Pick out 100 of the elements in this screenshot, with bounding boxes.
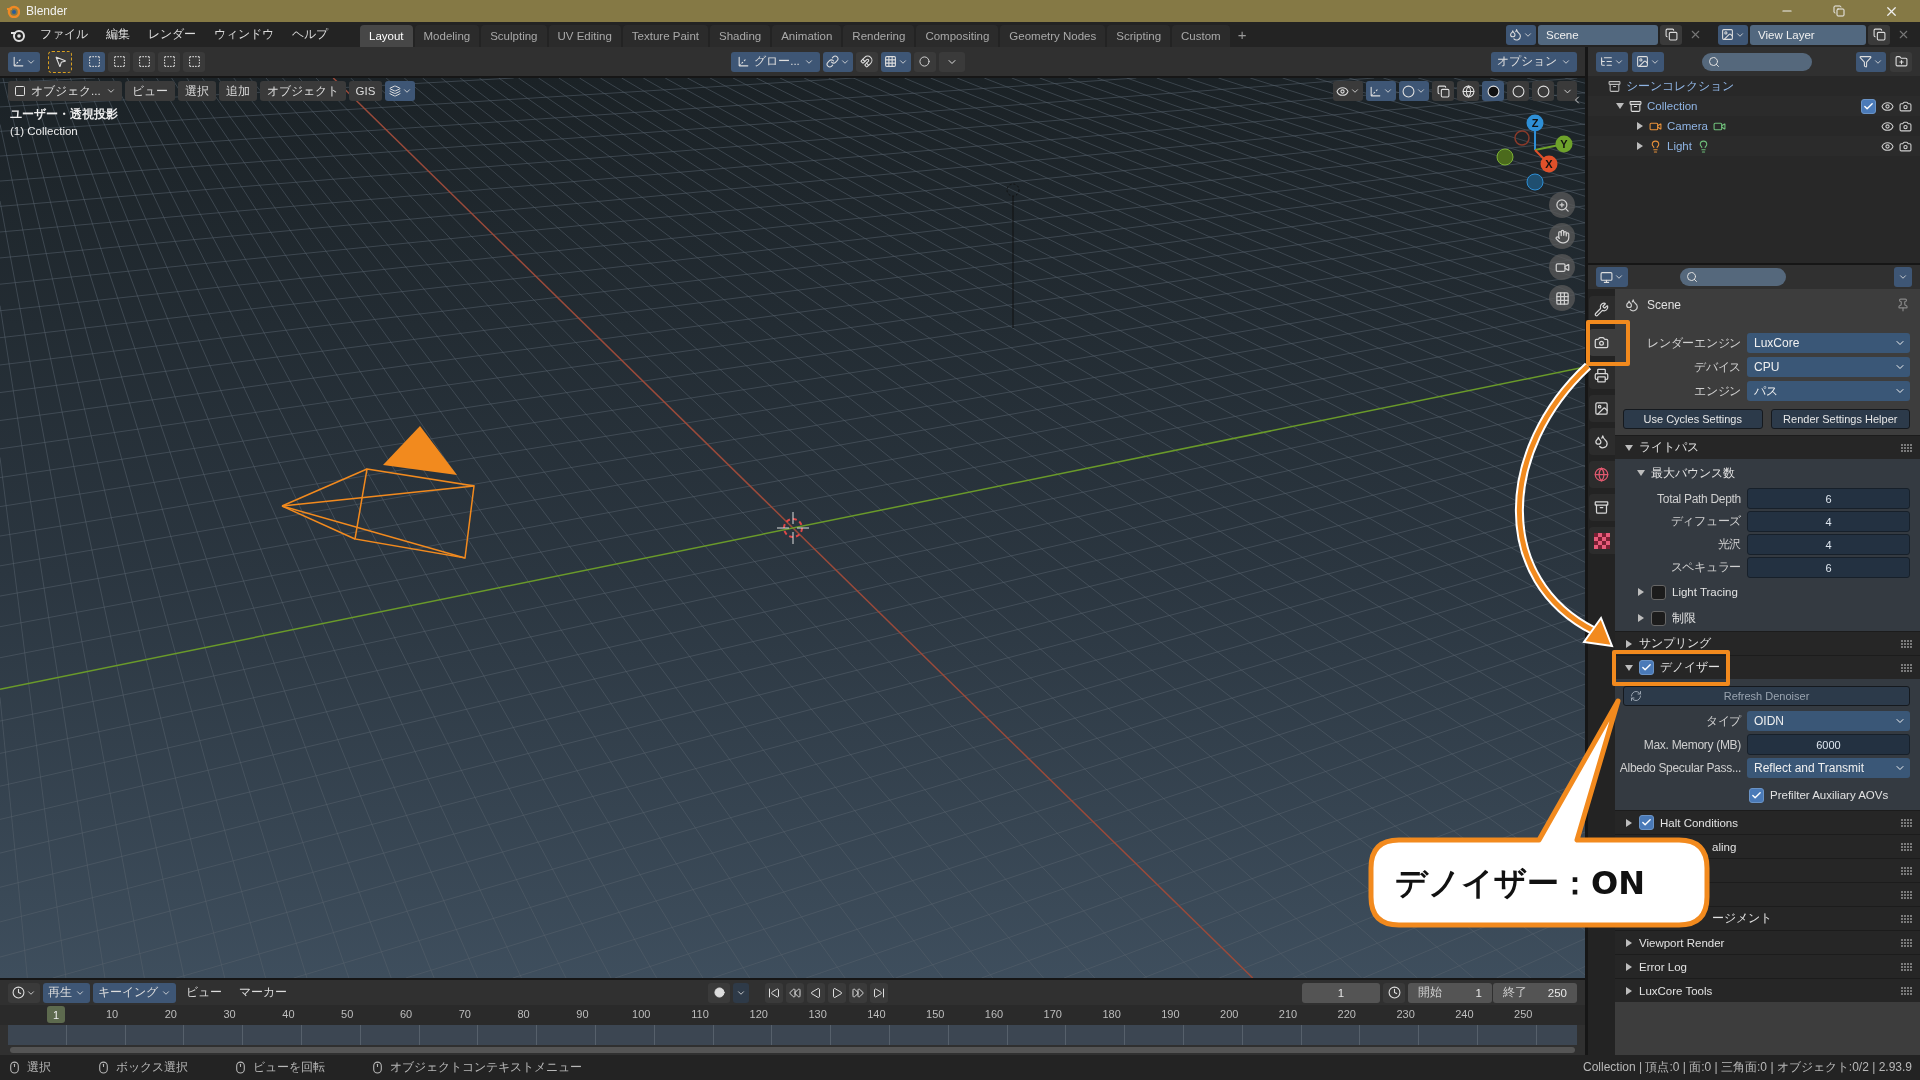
drag-handle-icon[interactable] xyxy=(1901,663,1912,672)
snap-button[interactable] xyxy=(855,51,878,72)
selection-mode-button[interactable] xyxy=(158,51,180,72)
zoom-button[interactable] xyxy=(1549,192,1575,218)
workspace-tab[interactable]: Geometry Nodes xyxy=(1000,25,1106,47)
record-button[interactable] xyxy=(708,982,730,1003)
drag-handle-icon[interactable] xyxy=(1901,443,1912,452)
navigation-gizmo[interactable]: Z Y X xyxy=(1493,106,1581,194)
new-view-layer-button[interactable] xyxy=(1868,24,1890,45)
display-mode-button[interactable] xyxy=(1596,51,1628,72)
workspace-tab[interactable]: Sculpting xyxy=(481,25,547,47)
shading-options-button[interactable] xyxy=(1557,81,1577,101)
view-layer-selector-button[interactable] xyxy=(1718,24,1748,45)
checkbox[interactable] xyxy=(1639,660,1654,675)
rendered-shading-button[interactable] xyxy=(1532,81,1554,101)
workspace-tab[interactable]: UV Editing xyxy=(548,25,621,47)
drag-handle-icon[interactable] xyxy=(1901,639,1912,648)
pivot-button[interactable] xyxy=(822,51,853,72)
properties-tab[interactable] xyxy=(1588,494,1615,521)
expand-triangle-icon[interactable] xyxy=(1625,443,1633,452)
options-dropdown[interactable]: オプション xyxy=(1491,51,1577,72)
number-field[interactable]: 4 xyxy=(1747,534,1910,555)
falloff-button[interactable] xyxy=(938,51,965,72)
menu-item[interactable]: ヘルプ xyxy=(284,24,336,45)
dropdown[interactable]: Reflect and Transmit xyxy=(1747,758,1910,778)
jump-start-button[interactable] xyxy=(765,982,783,1003)
panel-header[interactable]: デノイザー xyxy=(1615,655,1920,679)
expand-triangle-icon[interactable] xyxy=(1636,142,1644,150)
gizmo-button[interactable] xyxy=(1366,81,1396,101)
panel-header[interactable]: サンプリング xyxy=(1615,631,1920,655)
new-scene-button[interactable] xyxy=(1660,24,1682,45)
panel-title[interactable]: aling xyxy=(1712,840,1737,853)
selection-mode-button[interactable] xyxy=(108,51,130,72)
workspace-tab[interactable]: Scripting xyxy=(1107,25,1171,47)
header-menu[interactable]: 追加 xyxy=(218,81,257,101)
header-menu[interactable]: オブジェクト xyxy=(259,81,346,101)
header-menu[interactable]: ビュー xyxy=(179,985,229,1000)
drag-handle-icon[interactable] xyxy=(1901,890,1912,899)
view-layer-field[interactable]: View Layer xyxy=(1750,24,1866,45)
menu-item[interactable]: ウィンドウ xyxy=(206,24,282,45)
workspace-tab[interactable]: Shading xyxy=(710,25,771,47)
keying-dropdown[interactable]: キーイング xyxy=(93,982,176,1003)
expand-triangle-icon[interactable] xyxy=(1637,614,1645,622)
panel-header[interactable]: Halt Conditions xyxy=(1615,810,1920,834)
expand-triangle-icon[interactable] xyxy=(1636,122,1644,130)
header-menu[interactable]: 選択 xyxy=(177,81,216,101)
proportional-edit-button[interactable] xyxy=(913,51,936,72)
xray-button[interactable] xyxy=(1432,81,1454,101)
checkbox[interactable] xyxy=(1861,98,1876,114)
filter-button[interactable] xyxy=(1856,51,1886,72)
scene-field[interactable]: Scene xyxy=(1538,24,1658,45)
start-frame-field[interactable]: 開始 1 xyxy=(1408,982,1492,1003)
workspace-tab[interactable]: Texture Paint xyxy=(622,25,708,47)
properties-tab[interactable] xyxy=(1588,395,1615,422)
checkbox[interactable] xyxy=(1639,815,1654,830)
camera-view-button[interactable] xyxy=(1549,254,1575,280)
selection-mode-button[interactable] xyxy=(133,51,155,72)
scrollbar[interactable] xyxy=(10,1047,1575,1053)
action-button[interactable]: Use Cycles Settings xyxy=(1623,409,1763,429)
panel-header[interactable]: Viewport Render xyxy=(1615,930,1920,954)
workspace-tab[interactable]: Layout xyxy=(360,25,413,47)
drag-handle-icon[interactable] xyxy=(1901,866,1912,875)
drag-handle-icon[interactable] xyxy=(1901,818,1912,827)
drag-handle-icon[interactable] xyxy=(1901,914,1912,923)
current-frame-field[interactable]: 1 xyxy=(1302,982,1380,1003)
dropdown[interactable]: OIDN xyxy=(1747,711,1910,731)
properties-tab[interactable] xyxy=(1588,527,1615,554)
properties-tab[interactable] xyxy=(1588,428,1615,455)
number-field[interactable]: 6000 xyxy=(1747,734,1910,755)
camera-wireframe-drawing[interactable] xyxy=(281,426,475,559)
editor-type-button[interactable] xyxy=(8,51,40,72)
dropdown[interactable]: パス xyxy=(1747,381,1910,401)
search-field[interactable] xyxy=(1702,52,1812,71)
checkbox[interactable] xyxy=(1749,787,1764,803)
orientation-dropdown[interactable]: グロー... xyxy=(731,51,820,72)
editor-type-button[interactable] xyxy=(1596,267,1628,287)
selection-mode-button[interactable] xyxy=(83,51,105,72)
menu-item[interactable]: 編集 xyxy=(98,24,138,45)
checkbox[interactable] xyxy=(1651,610,1666,626)
scene-selector-button[interactable] xyxy=(1506,24,1536,45)
play-reverse-button[interactable] xyxy=(807,982,825,1003)
mode-dropdown[interactable]: オブジェク... xyxy=(8,81,122,101)
panel-header[interactable]: Error Log xyxy=(1615,954,1920,978)
playhead[interactable]: 1 xyxy=(47,1006,65,1023)
play-button[interactable] xyxy=(828,982,846,1003)
expand-triangle-icon[interactable] xyxy=(1625,962,1633,971)
solid-shading-button[interactable] xyxy=(1482,81,1504,101)
workspace-tab[interactable]: Animation xyxy=(772,25,842,47)
camera-icon[interactable] xyxy=(1899,139,1912,153)
workspace-tab[interactable]: Rendering xyxy=(843,25,915,47)
number-field[interactable]: 6 xyxy=(1747,488,1910,509)
drag-handle-icon[interactable] xyxy=(1901,842,1912,851)
properties-tab[interactable] xyxy=(1588,329,1615,356)
wireframe-shading-button[interactable] xyxy=(1457,81,1479,101)
select-tool-button[interactable] xyxy=(49,51,71,72)
number-field[interactable]: 6 xyxy=(1747,557,1910,578)
camera-icon[interactable] xyxy=(1899,99,1912,113)
camera-icon[interactable] xyxy=(1899,119,1912,133)
expand-triangle-icon[interactable] xyxy=(1637,588,1645,596)
visibility-button[interactable] xyxy=(1333,81,1363,101)
